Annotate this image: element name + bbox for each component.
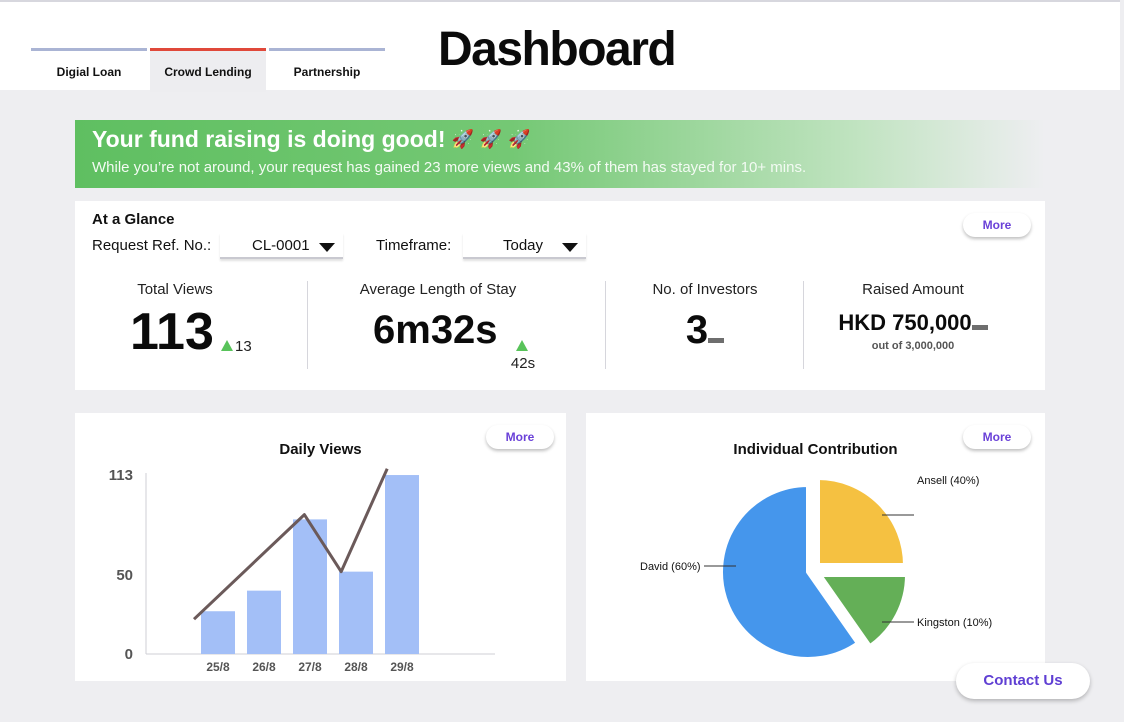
banner-title-row: Your fund raising is doing good! 🚀 🚀 🚀 bbox=[92, 126, 1028, 153]
divider bbox=[307, 281, 308, 369]
page-title: Dashboard bbox=[438, 23, 677, 76]
divider bbox=[803, 281, 804, 369]
metric-value-row: HKD 750,000 bbox=[825, 310, 1001, 336]
delta-value: 42s bbox=[510, 355, 536, 372]
divider bbox=[605, 281, 606, 369]
metric-label: Average Length of Stay bbox=[359, 281, 517, 298]
timeframe-value: Today bbox=[503, 237, 544, 254]
metric-value-row: 3 bbox=[630, 308, 780, 353]
glance-more-button[interactable]: More bbox=[963, 213, 1031, 237]
metric-note: out of 3,000,000 bbox=[871, 340, 955, 352]
contribution-chart: Ansell (40%) David (60%) Kingston (10%) bbox=[640, 475, 992, 661]
request-ref-label: Request Ref. No.: bbox=[92, 237, 212, 254]
trend-up-icon bbox=[516, 340, 528, 351]
delta-value: 13 bbox=[235, 338, 252, 355]
x-tick-label: 29/8 bbox=[390, 660, 414, 674]
pie-slice bbox=[816, 476, 907, 567]
banner-message: While you’re not around, your request ha… bbox=[92, 159, 807, 176]
rocket-icon: 🚀 bbox=[479, 129, 503, 149]
contribution-card: Individual Contribution More Ansell (40%… bbox=[586, 413, 1045, 681]
metric-value-row: 113 13 bbox=[95, 302, 255, 361]
trend-flat-icon bbox=[708, 338, 725, 343]
x-tick-label: 26/8 bbox=[252, 660, 276, 674]
metric-raised-amount: Raised Amount HKD 750,000 out of 3,000,0… bbox=[825, 281, 1001, 352]
rocket-icon: 🚀 bbox=[451, 129, 474, 149]
pie-label: David (60%) bbox=[640, 561, 701, 573]
daily-views-card: Daily Views More 0 50 113 25/8 26/8 27/8 28/8 2… bbox=[75, 413, 566, 681]
status-banner: Your fund raising is doing good! 🚀 🚀 🚀 Whi… bbox=[75, 120, 1045, 188]
bar bbox=[339, 571, 373, 654]
trend-up-icon bbox=[221, 340, 233, 351]
x-tick-label: 25/8 bbox=[206, 660, 230, 674]
glance-title: At a Glance bbox=[92, 211, 175, 228]
metric-average-stay: Average Length of Stay 6m32s 42s bbox=[338, 281, 538, 372]
x-tick-label: 27/8 bbox=[298, 660, 322, 674]
bar bbox=[247, 590, 281, 654]
metric-delta: 42s bbox=[508, 338, 538, 372]
tab-digital-loan[interactable]: Digial Loan bbox=[31, 48, 147, 90]
pie-label: Kingston (10%) bbox=[917, 617, 992, 629]
rocket-icon: 🚀 bbox=[508, 129, 531, 149]
metric-investors: No. of Investors 3 bbox=[630, 281, 780, 353]
chevron-down-icon bbox=[562, 243, 578, 252]
y-tick-label: 50 bbox=[116, 567, 133, 584]
dashboard-screen: Digial Loan Crowd Lending Partnership Da… bbox=[0, 0, 1124, 722]
banner-title: Your fund raising is doing good! bbox=[92, 126, 446, 152]
y-tick-label: 113 bbox=[109, 467, 133, 484]
contact-us-button[interactable]: Contact Us bbox=[956, 663, 1090, 699]
metric-delta: 13 bbox=[221, 338, 252, 355]
metric-value-row: 6m32s 42s bbox=[338, 302, 538, 372]
bar bbox=[201, 611, 235, 654]
metric-label: Raised Amount bbox=[862, 281, 964, 298]
x-tick-label: 28/8 bbox=[344, 660, 368, 674]
timeframe-select[interactable]: Today bbox=[463, 233, 586, 259]
chevron-down-icon bbox=[319, 243, 335, 252]
metric-value: 3 bbox=[685, 308, 709, 352]
request-ref-value: CL-0001 bbox=[252, 237, 310, 254]
metric-label: Total Views bbox=[137, 281, 213, 298]
metric-value: HKD 750,000 bbox=[838, 310, 972, 335]
tab-crowd-lending[interactable]: Crowd Lending bbox=[150, 48, 266, 92]
metric-total-views: Total Views 113 13 bbox=[95, 281, 255, 361]
daily-views-chart: 0 50 113 25/8 26/8 27/8 28/8 29/8 bbox=[109, 467, 495, 674]
trend-flat-icon bbox=[971, 325, 988, 330]
request-ref-select[interactable]: CL-0001 bbox=[220, 233, 343, 259]
tab-partnership[interactable]: Partnership bbox=[269, 48, 385, 90]
metric-value: 6m32s bbox=[373, 308, 498, 352]
header: Digial Loan Crowd Lending Partnership Da… bbox=[0, 0, 1120, 92]
metric-label: No. of Investors bbox=[652, 281, 758, 298]
metric-value: 113 bbox=[130, 303, 214, 361]
pie-label: Ansell (40%) bbox=[917, 475, 979, 487]
y-tick-label: 0 bbox=[125, 646, 133, 663]
timeframe-label: Timeframe: bbox=[376, 237, 452, 254]
bar bbox=[385, 475, 419, 654]
at-a-glance-card: At a Glance More Request Ref. No.: CL-00… bbox=[75, 201, 1045, 390]
